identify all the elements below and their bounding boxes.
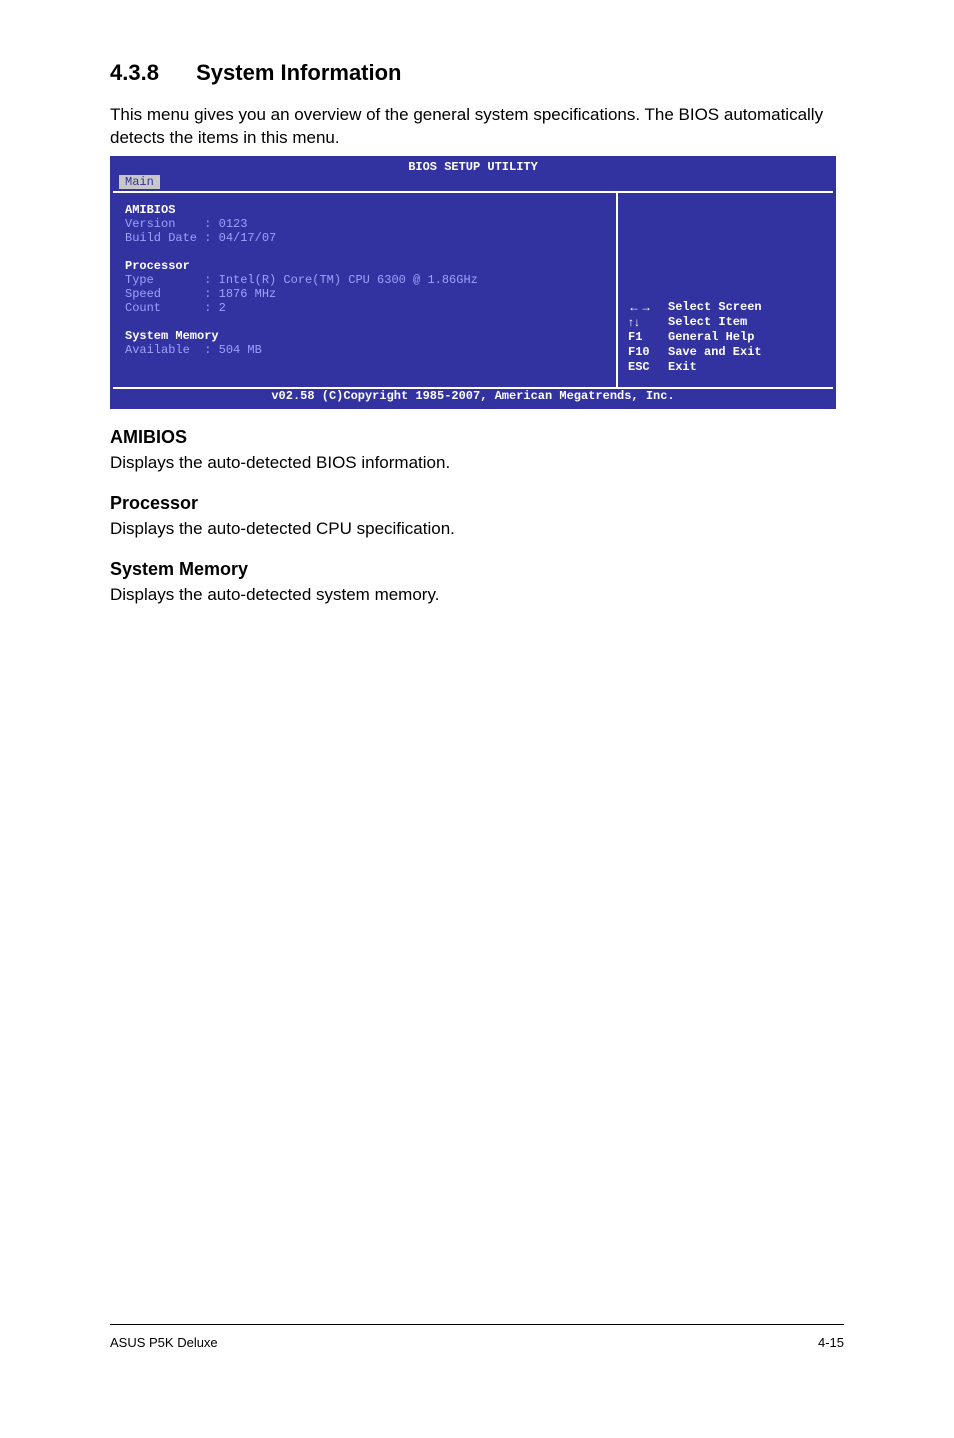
sub-amibios-text: Displays the auto-detected BIOS informat… [110,452,844,475]
sub-memory-title: System Memory [110,559,844,580]
sub-processor-title: Processor [110,493,844,514]
key-arrows-lr: ←→ [628,300,668,315]
memory-available: Available : 504 MB [125,343,604,357]
sub-amibios-title: AMIBIOS [110,427,844,448]
memory-heading: System Memory [125,329,604,343]
processor-type: Type : Intel(R) Core(TM) CPU 6300 @ 1.86… [125,273,604,287]
page-footer: ASUS P5K Deluxe 4-15 [110,1324,844,1350]
processor-count: Count : 2 [125,301,604,315]
amibios-build: Build Date : 04/17/07 [125,231,604,245]
legend-exit: Exit [668,360,697,375]
bios-tab-main: Main [119,175,160,189]
bios-main-panel: AMIBIOS Version : 0123 Build Date : 04/1… [113,191,618,389]
sub-memory-text: Displays the auto-detected system memory… [110,584,844,607]
footer-right: 4-15 [818,1335,844,1350]
legend-general-help: General Help [668,330,754,345]
bios-copyright: v02.58 (C)Copyright 1985-2007, American … [113,389,833,406]
bios-screenshot: BIOS SETUP UTILITY Main AMIBIOS Version … [110,156,836,409]
amibios-version: Version : 0123 [125,217,604,231]
bios-legend: ←→Select Screen ↑↓Select Item F1General … [628,300,823,375]
bios-help-panel: ←→Select Screen ↑↓Select Item F1General … [618,191,833,389]
legend-select-item: Select Item [668,315,747,330]
section-number: 4.3.8 [110,60,190,86]
amibios-heading: AMIBIOS [125,203,604,217]
bios-title: BIOS SETUP UTILITY [113,159,833,175]
key-f10: F10 [628,345,668,360]
processor-heading: Processor [125,259,604,273]
processor-speed: Speed : 1876 MHz [125,287,604,301]
sub-processor-text: Displays the auto-detected CPU specifica… [110,518,844,541]
legend-save-exit: Save and Exit [668,345,762,360]
footer-left: ASUS P5K Deluxe [110,1335,218,1350]
section-heading: 4.3.8 System Information [110,60,844,86]
key-esc: ESC [628,360,668,375]
intro-text: This menu gives you an overview of the g… [110,104,844,150]
legend-select-screen: Select Screen [668,300,762,315]
section-title: System Information [196,60,401,85]
bios-tab-bar: Main [113,175,833,191]
key-arrows-ud: ↑↓ [628,315,668,330]
key-f1: F1 [628,330,668,345]
